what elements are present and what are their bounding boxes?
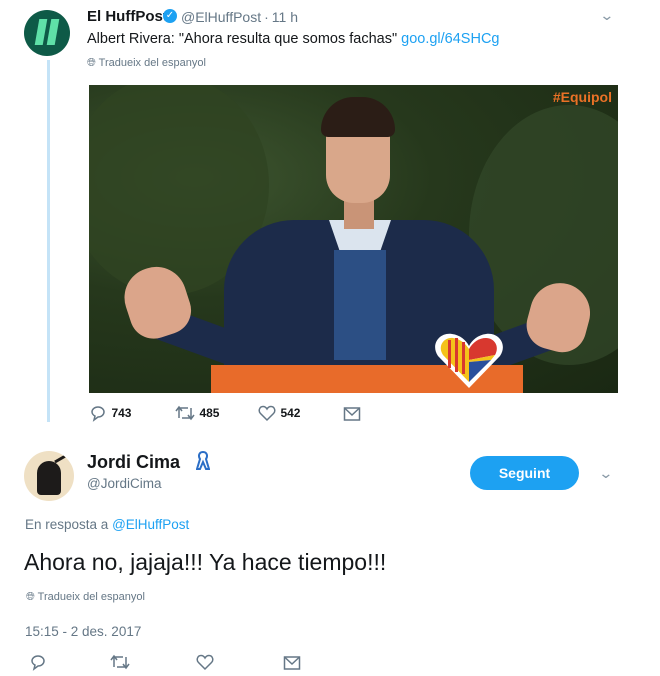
retweet-count: 485 [199,406,220,421]
translate-label: Tradueix del espanyol [37,591,145,603]
reply-count: 743 [111,406,132,421]
like-button[interactable] [196,653,214,676]
translate-link[interactable]: 🌐︎ Tradueix del espanyol [87,57,206,70]
tweet-meta: @ElHuffPost · 11 h [181,9,301,25]
reply-icon [31,655,45,671]
tweet-text-body: Albert Rivera: "Ahora resulta que somos … [87,31,402,47]
image-hashtag-overlay: #Equipol [552,89,612,105]
heart-icon [196,654,214,671]
translate-label: Tradueix del espanyol [98,57,206,69]
jordi-cima-avatar[interactable] [24,451,74,501]
reply-context: En resposta a @ElHuffPost [25,517,189,532]
like-button[interactable]: 542 [258,404,300,422]
reply-account-handle[interactable]: @JordiCima [87,476,161,491]
tweet-image[interactable]: #Equipol [89,85,618,393]
reply-icon [91,406,105,422]
reply-text: Ahora no, jajaja!!! Ya hace tiempo!!! [24,549,387,575]
ribbon-icon [195,450,211,476]
chevron-down-icon[interactable]: ⌄ [599,7,614,24]
reply-translate-link[interactable]: 🌐︎ Tradueix del espanyol [26,591,145,604]
following-button[interactable]: Seguint [470,456,579,490]
chevron-down-icon[interactable]: ⌄ [598,465,613,482]
huffpost-logo [34,19,60,45]
thread-line [47,60,50,422]
tweet-link[interactable]: goo.gl/64SHCg [401,31,499,47]
meta-separator: · [264,9,269,25]
reply-mention-link[interactable]: @ElHuffPost [112,517,189,532]
verified-badge-icon: ✓ [163,9,177,23]
reply-button[interactable]: 743 [89,404,131,422]
retweet-button[interactable]: 485 [175,404,219,422]
reply-prefix: En resposta a [25,517,113,532]
globe-icon: 🌐︎ [26,591,35,603]
retweet-button[interactable] [110,653,130,676]
envelope-icon [283,656,301,670]
account-name[interactable]: El HuffPost [87,8,168,25]
tweet-time[interactable]: 11 h [272,9,298,25]
party-heart-logo [435,333,503,388]
huffpost-avatar[interactable] [24,10,70,56]
globe-icon: 🌐︎ [87,57,96,69]
direct-message-button[interactable] [343,406,361,427]
retweet-icon [175,405,195,421]
envelope-icon [343,407,361,421]
reply-button[interactable] [29,653,47,676]
reply-account-name[interactable]: Jordi Cima [87,452,180,473]
like-count: 542 [280,406,301,421]
direct-message-button[interactable] [283,655,301,676]
heart-icon [258,405,276,422]
retweet-icon [110,654,130,670]
reply-timestamp[interactable]: 15:15 - 2 des. 2017 [25,624,141,639]
tweet-text: Albert Rivera: "Ahora resulta que somos … [87,31,499,47]
account-handle[interactable]: @ElHuffPost [181,9,261,25]
